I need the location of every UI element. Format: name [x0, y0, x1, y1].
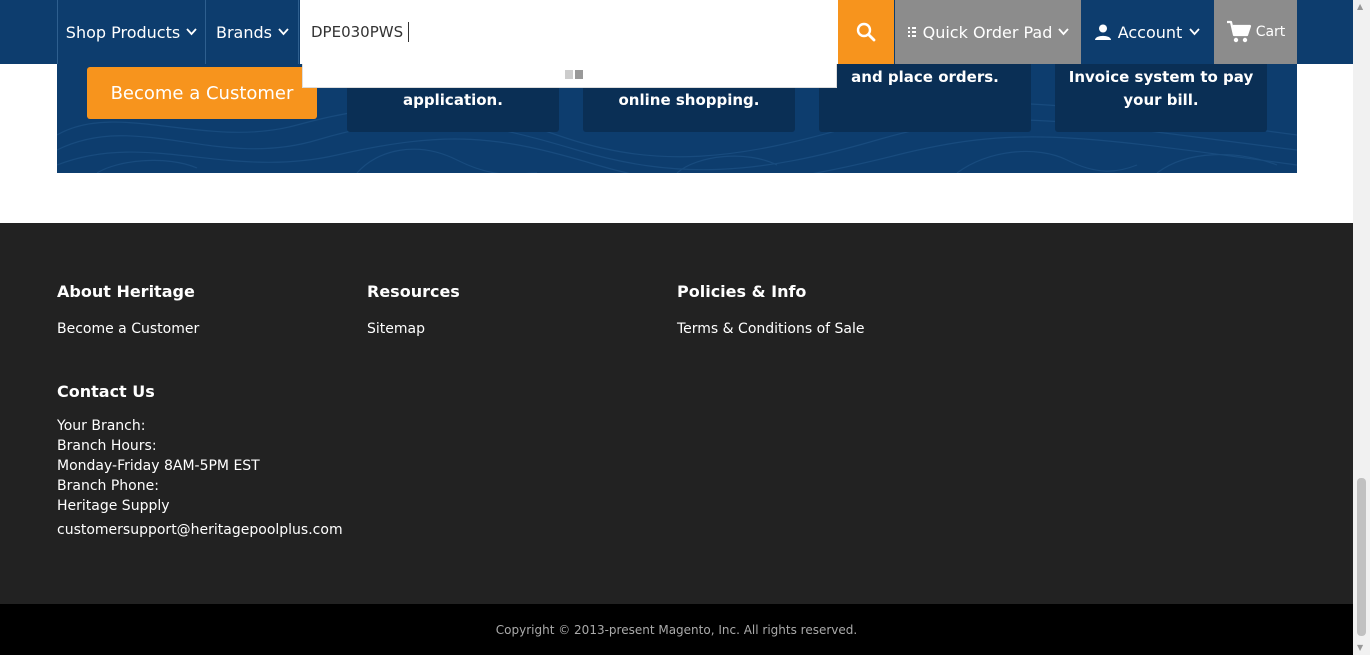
- cart-icon: [1226, 20, 1251, 43]
- footer-link-become-customer[interactable]: Become a Customer: [57, 321, 199, 337]
- shop-products-label: Shop Products: [65, 22, 181, 42]
- footer-link-terms[interactable]: Terms & Conditions of Sale: [677, 321, 865, 337]
- contact-line: Monday-Friday 8AM-5PM EST: [57, 458, 260, 474]
- footer-link-sitemap[interactable]: Sitemap: [367, 321, 425, 337]
- contact-line: Branch Phone:: [57, 478, 159, 494]
- shop-products-menu[interactable]: Shop Products: [57, 0, 206, 64]
- user-icon: [1094, 24, 1111, 40]
- list-icon: [907, 27, 916, 37]
- site-header: Shop Products Brands DPE030PWS Quick Ord…: [0, 0, 1353, 64]
- copyright-text: Copyright © 2013-present Magento, Inc. A…: [495, 622, 858, 637]
- contact-line: Heritage Supply: [57, 498, 170, 514]
- cart-label: Cart: [1255, 24, 1286, 40]
- search-icon: [856, 22, 876, 42]
- contact-line: Your Branch:: [57, 418, 146, 434]
- quick-order-pad-menu[interactable]: Quick Order Pad: [895, 0, 1081, 64]
- resources-heading: Resources: [367, 282, 460, 301]
- contact-heading: Contact Us: [57, 382, 155, 401]
- account-menu[interactable]: Account: [1081, 0, 1214, 64]
- page-scrollbar[interactable]: ▲ ▼: [1353, 0, 1370, 655]
- about-heading: About Heritage: [57, 282, 195, 301]
- loading-indicator: [565, 70, 583, 79]
- card-text: and place orders.: [851, 68, 999, 86]
- search-button[interactable]: [838, 0, 894, 64]
- become-customer-button[interactable]: Become a Customer: [87, 67, 317, 119]
- card-text: your bill.: [1123, 91, 1199, 109]
- chevron-down-icon: [186, 28, 197, 36]
- policies-heading: Policies & Info: [677, 282, 807, 301]
- brands-label: Brands: [216, 22, 272, 42]
- card-text: application.: [403, 91, 503, 109]
- quick-order-label: Quick Order Pad: [922, 22, 1053, 42]
- search-autocomplete-dropdown: [302, 64, 837, 88]
- card-text: online shopping.: [618, 91, 760, 109]
- site-footer: About Heritage Become a Customer Resourc…: [0, 223, 1353, 604]
- scroll-up-arrow-icon[interactable]: ▲: [1357, 2, 1363, 11]
- account-label: Account: [1117, 22, 1183, 42]
- search-value: DPE030PWS: [311, 23, 404, 41]
- search-input[interactable]: DPE030PWS: [300, 0, 838, 64]
- chevron-down-icon: [1189, 28, 1200, 36]
- chevron-down-icon: [1058, 28, 1070, 36]
- card-text: Invoice system to pay: [1068, 68, 1254, 86]
- support-email-link[interactable]: customersupport@heritagepoolplus.com: [57, 522, 343, 538]
- cart-button[interactable]: Cart: [1214, 0, 1297, 64]
- text-caret: [408, 22, 410, 42]
- scrollbar-thumb[interactable]: [1357, 478, 1366, 636]
- brands-menu[interactable]: Brands: [207, 0, 299, 64]
- contact-line: Branch Hours:: [57, 438, 157, 454]
- scroll-down-arrow-icon[interactable]: ▼: [1357, 643, 1363, 652]
- chevron-down-icon: [278, 28, 289, 36]
- copyright-bar: Copyright © 2013-present Magento, Inc. A…: [0, 604, 1353, 655]
